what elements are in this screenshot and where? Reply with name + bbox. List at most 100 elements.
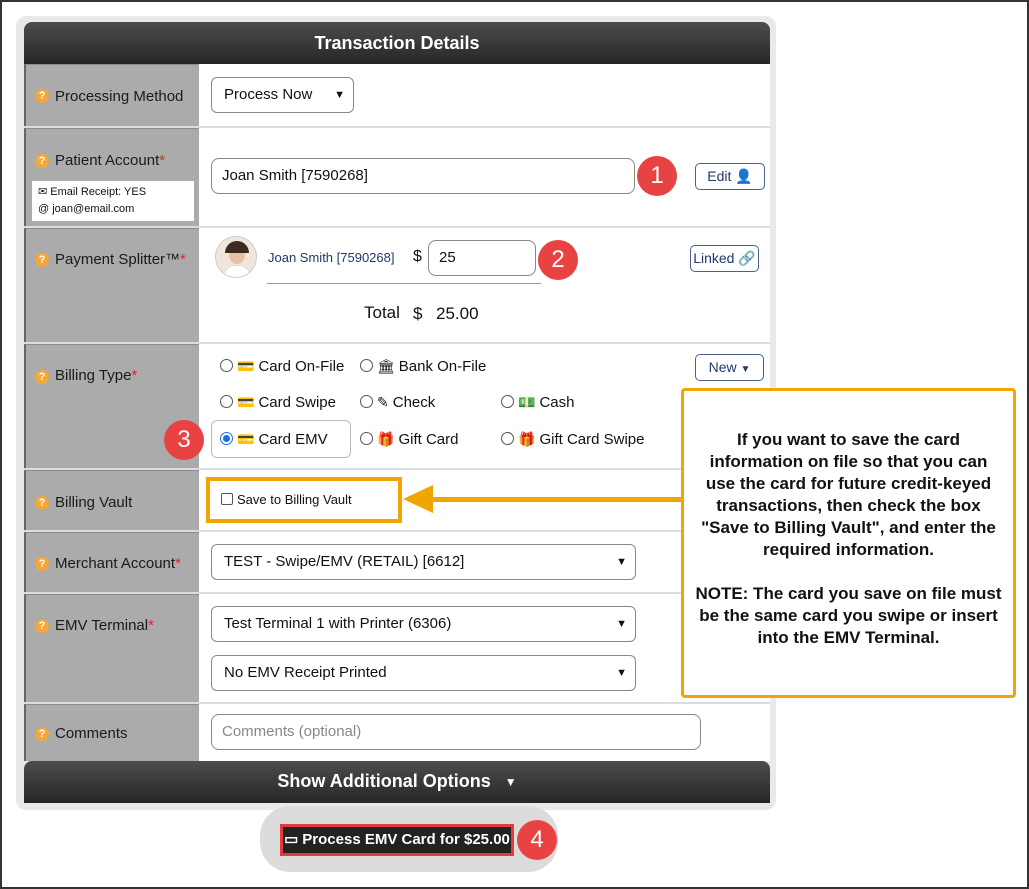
total-currency: $	[413, 304, 423, 323]
merchant-account-label: Merchant Account*	[55, 555, 181, 572]
billing-option-check[interactable]: ✎ Check	[360, 394, 435, 411]
row-emv-terminal: ? EMV Terminal* Test Terminal 1 with Pri…	[24, 592, 770, 702]
patient-account-label: Patient Account*	[55, 152, 166, 169]
comments-input[interactable]: Comments (optional)	[211, 714, 701, 750]
patient-account-value: Joan Smith [7590268]	[222, 167, 368, 184]
radio-icon[interactable]	[220, 395, 233, 408]
chevron-down-icon: ▼	[334, 89, 345, 101]
billing-option-gift-card[interactable]: 🎁 Gift Card	[360, 431, 458, 448]
bank-icon: 🏛	[377, 358, 395, 374]
process-button-label: Process EMV Card for $25.00	[302, 831, 510, 848]
processing-method-content: Process Now ▼	[199, 64, 770, 126]
emv-terminal-label: EMV Terminal*	[55, 617, 154, 634]
billing-option-bank-on-file[interactable]: 🏛 Bank On-File	[360, 358, 486, 375]
step-badge-2: 2	[538, 240, 578, 280]
radio-icon[interactable]	[501, 395, 514, 408]
credit-card-icon: 💳	[237, 431, 255, 447]
row-comments: ? Comments Comments (optional)	[24, 702, 770, 761]
billing-option-cash[interactable]: 💵 Cash	[501, 394, 574, 411]
row-patient-account: ? Patient Account* ✉ Email Receipt: YES …	[24, 126, 770, 226]
edit-button-label: Edit	[707, 168, 732, 184]
billing-vault-label: Billing Vault	[55, 494, 133, 511]
help-icon[interactable]: ?	[35, 154, 49, 168]
processing-method-label: Processing Method	[55, 88, 184, 105]
callout-arrow-line	[430, 497, 681, 502]
radio-icon[interactable]	[220, 359, 233, 372]
payment-splitter-label: Payment Splitter™*	[55, 251, 186, 268]
radio-icon[interactable]	[360, 359, 373, 372]
save-to-billing-vault-checkbox[interactable]: Save to Billing Vault	[221, 492, 352, 507]
radio-icon[interactable]	[360, 432, 373, 445]
avatar	[215, 236, 257, 278]
email-address: joan@email.com	[52, 203, 135, 215]
row-billing-type: ? Billing Type* 💳 Card On-File 🏛 Bank On-F…	[24, 342, 770, 468]
email-address-line: @ joan@email.com	[38, 201, 188, 218]
chevron-down-icon: ▼	[616, 667, 627, 679]
at-icon: @	[38, 203, 50, 215]
email-receipt-box: ✉ Email Receipt: YES @ joan@email.com	[32, 181, 194, 221]
billing-option-gift-card-swipe[interactable]: 🎁 Gift Card Swipe	[501, 431, 644, 448]
chevron-down-icon: ▼	[616, 556, 627, 568]
patient-account-content: Joan Smith [7590268] 1 Edit 👤	[199, 128, 770, 226]
emv-terminal-select[interactable]: Test Terminal 1 with Printer (6306) ▼	[211, 606, 636, 642]
row-payment-splitter: ? Payment Splitter™* Joan Smith [7590268…	[24, 226, 770, 342]
splitter-patient-name[interactable]: Joan Smith [7590268]	[268, 250, 394, 265]
envelope-icon: ✉	[38, 186, 48, 198]
processing-method-select[interactable]: Process Now ▼	[211, 77, 354, 113]
linked-button[interactable]: Linked 🔗	[690, 245, 759, 272]
merchant-account-value: TEST - Swipe/EMV (RETAIL) [6612]	[224, 553, 465, 570]
callout-arrow-head	[403, 485, 433, 513]
payment-splitter-content: Joan Smith [7590268] $ 25 2 Linked 🔗 Tot…	[199, 228, 770, 342]
cash-icon: 💵	[518, 394, 536, 410]
splitter-amount-input[interactable]: 25	[428, 240, 536, 276]
radio-icon[interactable]	[360, 395, 373, 408]
billing-option-card-swipe[interactable]: 💳 Card Swipe	[220, 394, 336, 411]
help-icon[interactable]: ?	[35, 727, 49, 741]
splitter-divider	[267, 283, 541, 284]
help-icon[interactable]: ?	[35, 370, 49, 384]
credit-card-icon: ▭	[284, 831, 299, 848]
show-additional-options-button[interactable]: Show Additional Options ▼	[24, 761, 770, 803]
help-icon[interactable]: ?	[35, 89, 49, 103]
pencil-icon: ✎	[377, 394, 389, 410]
link-icon: 🔗	[738, 250, 756, 266]
email-receipt-line: ✉ Email Receipt: YES	[38, 184, 188, 201]
radio-selected-icon[interactable]	[220, 432, 233, 445]
help-icon[interactable]: ?	[35, 619, 49, 633]
edit-button[interactable]: Edit 👤	[695, 163, 765, 190]
user-icon: 👤	[735, 168, 753, 184]
new-button-label: New	[708, 359, 737, 375]
email-receipt-status: Email Receipt: YES	[50, 186, 147, 198]
gift-icon: 🎁	[518, 431, 536, 447]
comments-placeholder: Comments (optional)	[222, 723, 362, 740]
emv-receipt-value: No EMV Receipt Printed	[224, 664, 387, 681]
patient-account-input[interactable]: Joan Smith [7590268]	[211, 158, 635, 194]
help-icon[interactable]: ?	[35, 253, 49, 267]
billing-type-label: Billing Type*	[55, 367, 138, 384]
help-icon[interactable]: ?	[35, 557, 49, 571]
step-badge-1: 1	[637, 156, 677, 196]
checkbox-icon[interactable]	[221, 493, 233, 505]
billing-option-card-on-file[interactable]: 💳 Card On-File	[220, 358, 344, 375]
step-badge-4: 4	[517, 820, 557, 860]
help-icon[interactable]: ?	[35, 496, 49, 510]
total-value: 25.00	[436, 304, 479, 323]
row-merchant-account: ? Merchant Account* TEST - Swipe/EMV (RE…	[24, 530, 770, 592]
comments-label-cell: ? Comments	[24, 704, 199, 761]
new-billing-dropdown[interactable]: New ▼	[695, 354, 764, 381]
billing-vault-label-cell: ? Billing Vault	[24, 470, 199, 530]
comments-content: Comments (optional)	[199, 704, 770, 761]
processing-method-label-cell: ? Processing Method	[24, 64, 199, 126]
chevron-down-icon: ▼	[616, 618, 627, 630]
callout-paragraph-2: NOTE: The card you save on file must be …	[695, 584, 1002, 647]
emv-receipt-select[interactable]: No EMV Receipt Printed ▼	[211, 655, 636, 691]
emv-terminal-value: Test Terminal 1 with Printer (6306)	[224, 615, 452, 632]
caret-down-icon: ▼	[504, 775, 517, 790]
merchant-account-select[interactable]: TEST - Swipe/EMV (RETAIL) [6612] ▼	[211, 544, 636, 580]
process-emv-card-button[interactable]: ▭ Process EMV Card for $25.00	[280, 824, 514, 856]
chevron-down-icon: ▼	[740, 364, 751, 375]
radio-icon[interactable]	[501, 432, 514, 445]
panel-title: Transaction Details	[314, 33, 480, 53]
billing-option-card-emv[interactable]: 💳 Card EMV	[220, 431, 328, 448]
splitter-currency: $	[413, 248, 422, 265]
